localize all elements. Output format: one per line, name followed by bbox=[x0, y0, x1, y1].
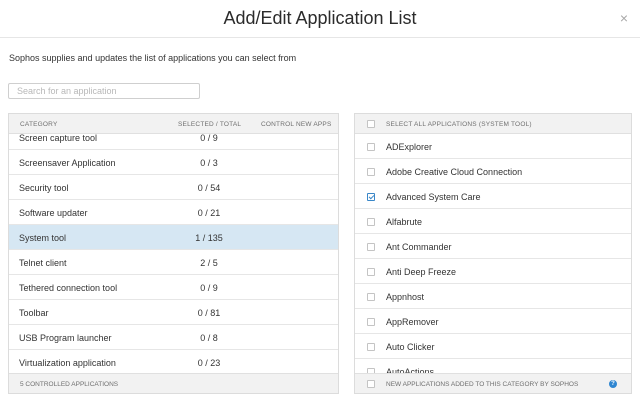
category-row[interactable]: Screensaver Application 0 / 3 bbox=[9, 150, 338, 175]
new-apps-label: NEW APPLICATIONS ADDED TO THIS CATEGORY … bbox=[386, 381, 579, 388]
category-row[interactable]: Telnet client 2 / 5 bbox=[9, 250, 338, 275]
category-count: 0 / 9 bbox=[200, 134, 218, 143]
category-footer: 5 CONTROLLED APPLICATIONS bbox=[9, 373, 338, 393]
category-panel: CATEGORY SELECTED / TOTAL CONTROL NEW AP… bbox=[8, 113, 339, 394]
application-name: ADExplorer bbox=[386, 142, 433, 152]
category-count: 0 / 81 bbox=[197, 308, 221, 318]
application-name: Appnhost bbox=[386, 292, 425, 302]
application-checkbox[interactable] bbox=[367, 293, 375, 301]
help-icon[interactable]: ? bbox=[609, 380, 617, 388]
application-checkbox[interactable] bbox=[367, 343, 375, 351]
category-row[interactable]: Tethered connection tool 0 / 9 bbox=[9, 275, 338, 300]
application-panel: SELECT ALL APPLICATIONS (SYSTEM TOOL) AD… bbox=[354, 113, 632, 394]
modal-header: Add/Edit Application List × bbox=[0, 0, 640, 38]
category-name: Screen capture tool bbox=[19, 134, 98, 143]
category-name: System tool bbox=[19, 233, 67, 243]
category-name: Virtualization application bbox=[19, 358, 116, 368]
close-icon[interactable]: × bbox=[617, 11, 631, 25]
category-count: 0 / 8 bbox=[200, 333, 218, 343]
application-checkbox[interactable] bbox=[367, 243, 375, 251]
application-row[interactable]: ADExplorer bbox=[355, 134, 631, 159]
category-row[interactable]: Virtualization application 0 / 23 bbox=[9, 350, 338, 373]
category-list[interactable]: Screen capture tool 0 / 9 Screensaver Appl… bbox=[9, 134, 338, 373]
application-name: Ant Commander bbox=[386, 242, 452, 252]
application-name: Alfabrute bbox=[386, 217, 423, 227]
application-name: Advanced System Care bbox=[386, 192, 481, 202]
application-table-header: SELECT ALL APPLICATIONS (SYSTEM TOOL) bbox=[355, 114, 631, 134]
category-row[interactable]: Screen capture tool 0 / 9 bbox=[9, 134, 338, 150]
column-header-category: CATEGORY bbox=[20, 121, 58, 128]
category-row[interactable]: Security tool 0 / 54 bbox=[9, 175, 338, 200]
modal-title: Add/Edit Application List bbox=[223, 8, 417, 28]
category-count: 0 / 54 bbox=[197, 183, 221, 193]
category-name: Screensaver Application bbox=[19, 158, 116, 168]
application-checkbox[interactable] bbox=[367, 318, 375, 326]
application-checkbox[interactable] bbox=[367, 193, 375, 201]
category-row[interactable]: USB Program launcher 0 / 8 bbox=[9, 325, 338, 350]
category-rows: Screen capture tool 0 / 9 Screensaver Appl… bbox=[9, 134, 338, 373]
application-row[interactable]: Anti Deep Freeze bbox=[355, 259, 631, 284]
category-table-header: CATEGORY SELECTED / TOTAL CONTROL NEW AP… bbox=[9, 114, 338, 134]
application-checkbox[interactable] bbox=[367, 143, 375, 151]
column-header-control-new-apps: CONTROL NEW APPS bbox=[261, 121, 332, 128]
application-row[interactable]: Adobe Creative Cloud Connection bbox=[355, 159, 631, 184]
application-checkbox[interactable] bbox=[367, 168, 375, 176]
category-count: 0 / 3 bbox=[200, 158, 218, 168]
category-name: Tethered connection tool bbox=[19, 283, 118, 293]
category-count: 1 / 135 bbox=[195, 233, 223, 243]
application-row[interactable]: Appnhost bbox=[355, 284, 631, 309]
select-all-label: SELECT ALL APPLICATIONS (SYSTEM TOOL) bbox=[386, 121, 532, 128]
intro-text: Sophos supplies and updates the list of … bbox=[9, 53, 297, 63]
application-footer: NEW APPLICATIONS ADDED TO THIS CATEGORY … bbox=[355, 373, 631, 393]
category-name: Toolbar bbox=[19, 308, 49, 318]
application-checkbox[interactable] bbox=[367, 268, 375, 276]
category-name: Telnet client bbox=[19, 258, 67, 268]
application-name: Auto Clicker bbox=[386, 342, 435, 352]
application-row[interactable]: Auto Clicker bbox=[355, 334, 631, 359]
application-row[interactable]: Advanced System Care bbox=[355, 184, 631, 209]
new-apps-checkbox[interactable] bbox=[367, 380, 375, 388]
application-name: Adobe Creative Cloud Connection bbox=[386, 167, 523, 177]
application-checkbox[interactable] bbox=[367, 218, 375, 226]
application-row[interactable]: Alfabrute bbox=[355, 209, 631, 234]
category-row[interactable]: System tool 1 / 135 bbox=[9, 225, 338, 250]
category-row[interactable]: Toolbar 0 / 81 bbox=[9, 300, 338, 325]
category-count: 2 / 5 bbox=[200, 258, 218, 268]
application-row[interactable]: AutoActions bbox=[355, 359, 631, 373]
category-row[interactable]: Software updater 0 / 21 bbox=[9, 200, 338, 225]
category-name: USB Program launcher bbox=[19, 333, 112, 343]
category-count: 0 / 9 bbox=[200, 283, 218, 293]
category-count: 0 / 21 bbox=[197, 208, 221, 218]
application-name: Anti Deep Freeze bbox=[386, 267, 457, 277]
application-rows: ADExplorer Adobe Creative Cloud Connectio… bbox=[355, 134, 631, 373]
application-row[interactable]: AppRemover bbox=[355, 309, 631, 334]
category-name: Software updater bbox=[19, 208, 88, 218]
search-input[interactable] bbox=[8, 83, 200, 99]
controlled-applications-count: 5 CONTROLLED APPLICATIONS bbox=[20, 381, 119, 388]
category-count: 0 / 23 bbox=[197, 358, 221, 368]
application-list[interactable]: ADExplorer Adobe Creative Cloud Connectio… bbox=[355, 134, 631, 373]
category-name: Security tool bbox=[19, 183, 69, 193]
select-all-checkbox[interactable] bbox=[367, 120, 375, 128]
application-name: AppRemover bbox=[386, 317, 439, 327]
application-row[interactable]: Ant Commander bbox=[355, 234, 631, 259]
column-header-selected-total: SELECTED / TOTAL bbox=[178, 121, 242, 128]
